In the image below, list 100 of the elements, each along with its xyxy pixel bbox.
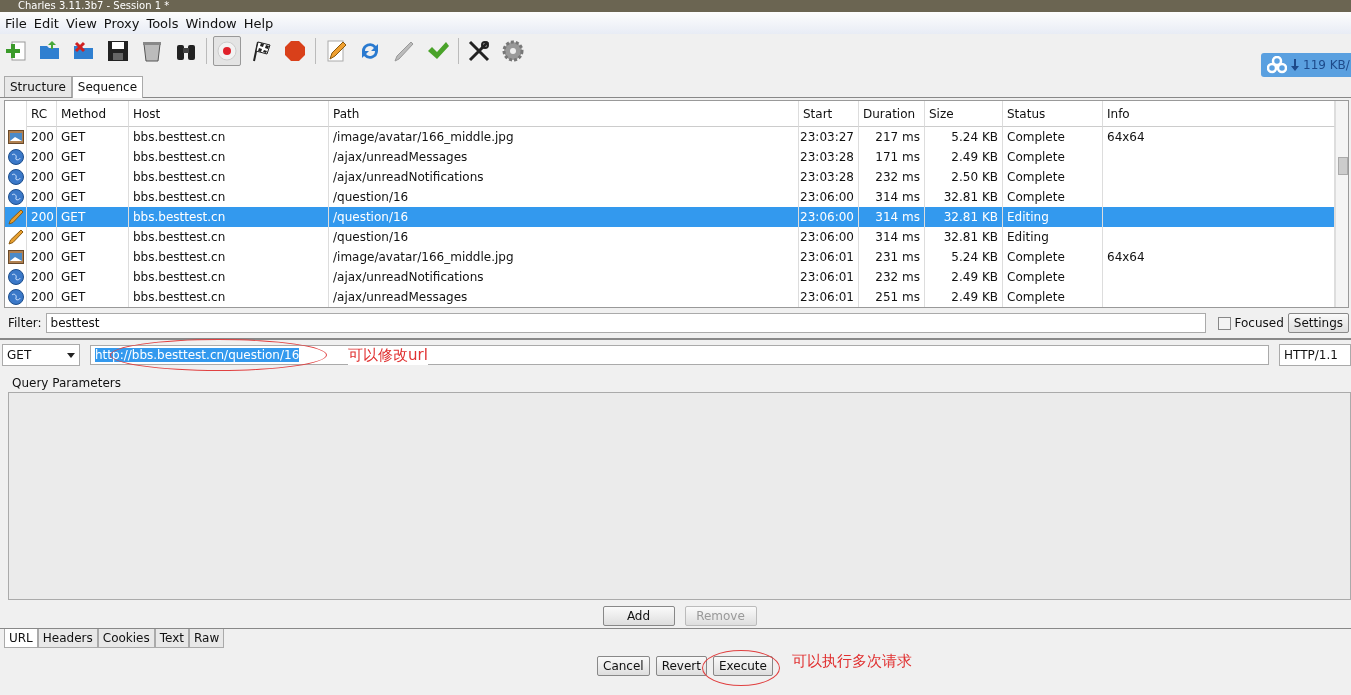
table-cell: 200 xyxy=(27,167,57,187)
table-cell: 232 ms xyxy=(859,167,925,187)
table-cell: 23:06:01 xyxy=(799,267,859,287)
down-arrow-icon xyxy=(1291,59,1299,71)
table-row[interactable]: 200 GET bbs.besttest.cn /ajax/unreadNotifications 23:03:28 232 ms 2.50 KB Complete xyxy=(5,167,1335,187)
menu-item[interactable]: Help xyxy=(240,15,278,31)
editor-tab[interactable]: Cookies xyxy=(97,629,155,648)
pen-icon xyxy=(392,39,416,63)
protocol-dropdown[interactable]: HTTP/1.1 xyxy=(1279,344,1351,366)
table-cell: 23:03:28 xyxy=(799,167,859,187)
column-header[interactable]: Size xyxy=(925,101,1003,127)
table-cell: 200 xyxy=(27,147,57,167)
table-row[interactable]: 200 GET bbs.besttest.cn /question/16 23:06:00 314 ms 32.81 KB Editing xyxy=(5,227,1335,247)
table-cell: /image/avatar/166_middle.jpg xyxy=(329,247,799,267)
editor-tab[interactable]: Raw xyxy=(189,629,225,648)
table-cell: bbs.besttest.cn xyxy=(129,287,329,307)
menu-item[interactable]: Window xyxy=(182,15,241,31)
table-cell: 232 ms xyxy=(859,267,925,287)
table-cell: bbs.besttest.cn xyxy=(129,167,329,187)
table-cell: 2.50 KB xyxy=(925,167,1003,187)
table-cell: Complete xyxy=(1003,247,1103,267)
action-button[interactable]: Revert xyxy=(655,656,707,676)
table-row[interactable]: 200 GET bbs.besttest.cn /ajax/unreadNotifications 23:06:01 232 ms 2.49 KB Complete xyxy=(5,267,1335,287)
table-cell: /ajax/unreadNotifications xyxy=(329,267,799,287)
view-tab[interactable]: Sequence xyxy=(71,76,144,98)
table-cell: bbs.besttest.cn xyxy=(129,227,329,247)
tools-icon xyxy=(467,39,491,63)
table-cell: bbs.besttest.cn xyxy=(129,127,329,147)
menu-item[interactable]: Edit xyxy=(30,15,63,31)
view-tab[interactable]: Structure xyxy=(4,76,72,97)
column-header[interactable]: Status xyxy=(1003,101,1103,127)
table-cell: /ajax/unreadMessages xyxy=(329,287,799,307)
table-cell: Editing xyxy=(1003,207,1103,227)
table-cell: 32.81 KB xyxy=(925,227,1003,247)
table-cell: 23:06:00 xyxy=(799,207,859,227)
table-cell: /ajax/unreadMessages xyxy=(329,147,799,167)
table-cell: GET xyxy=(57,207,129,227)
filter-field[interactable]: besttest xyxy=(45,313,1206,333)
table-cell: 23:03:27 xyxy=(799,127,859,147)
add-document-icon xyxy=(4,39,28,63)
table-cell: Complete xyxy=(1003,287,1103,307)
settings-button[interactable]: Settings xyxy=(1287,313,1349,333)
table-cell: GET xyxy=(57,267,129,287)
table-cell: 2.49 KB xyxy=(925,287,1003,307)
table-cell: /question/16 xyxy=(329,227,799,247)
focused-label: Focused xyxy=(1234,316,1284,330)
globe-icon xyxy=(7,149,24,165)
table-cell: 23:06:00 xyxy=(799,227,859,247)
pencil-icon xyxy=(7,229,24,245)
table-cell: 200 xyxy=(27,247,57,267)
add-button[interactable]: Add xyxy=(602,606,675,626)
table-cell: Editing xyxy=(1003,227,1103,247)
table-row[interactable]: 200 GET bbs.besttest.cn /ajax/unreadMessages 23:06:01 251 ms 2.49 KB Complete xyxy=(5,287,1335,307)
table-cell: 23:06:01 xyxy=(799,247,859,267)
menu-item[interactable]: Proxy xyxy=(100,15,144,31)
editor-tab[interactable]: URL xyxy=(4,629,38,648)
action-button[interactable]: Cancel xyxy=(597,656,650,676)
table-row[interactable]: 200 GET bbs.besttest.cn /ajax/unreadMessages 23:03:28 171 ms 2.49 KB Complete xyxy=(5,147,1335,167)
query-parameters-label: Query Parameters xyxy=(11,375,122,392)
table-cell: 23:06:01 xyxy=(799,287,859,307)
table-cell: 200 xyxy=(27,207,57,227)
table-cell: /image/avatar/166_middle.jpg xyxy=(329,127,799,147)
editor-tab[interactable]: Headers xyxy=(37,629,98,648)
column-header[interactable]: Host xyxy=(129,101,329,127)
table-cell: 231 ms xyxy=(859,247,925,267)
column-header[interactable]: Duration xyxy=(859,101,925,127)
table-row[interactable]: 200 GET bbs.besttest.cn /image/avatar/166_middle.jpg 23:06:01 231 ms 5.24 KB Complete 64x64 xyxy=(5,247,1335,267)
action-button[interactable]: Execute xyxy=(712,656,773,676)
table-cell: 5.24 KB xyxy=(925,127,1003,147)
cloud-icon xyxy=(1267,56,1287,74)
table-cell: 32.81 KB xyxy=(925,207,1003,227)
method-dropdown[interactable]: GET xyxy=(2,344,80,366)
column-header[interactable]: Path xyxy=(329,101,799,127)
table-cell: bbs.besttest.cn xyxy=(129,247,329,267)
column-header[interactable]: Info xyxy=(1103,101,1335,127)
table-cell: bbs.besttest.cn xyxy=(129,207,329,227)
table-cell: 314 ms xyxy=(859,207,925,227)
table-cell: GET xyxy=(57,167,129,187)
menu-item[interactable]: View xyxy=(62,15,101,31)
table-cell: 2.49 KB xyxy=(925,267,1003,287)
pencil-document-icon xyxy=(324,39,348,63)
table-cell: GET xyxy=(57,127,129,147)
table-cell: Complete xyxy=(1003,147,1103,167)
editor-tab[interactable]: Text xyxy=(154,629,190,648)
pencil-icon xyxy=(7,209,24,225)
table-cell: GET xyxy=(57,147,129,167)
globe-icon xyxy=(7,189,24,205)
focused-checkbox[interactable] xyxy=(1217,316,1231,330)
table-cell: bbs.besttest.cn xyxy=(129,147,329,167)
table-cell: 5.24 KB xyxy=(925,247,1003,267)
menu-item[interactable]: Tools xyxy=(143,15,183,31)
column-header[interactable]: RC xyxy=(27,101,57,127)
column-header[interactable]: Start xyxy=(799,101,859,127)
table-row[interactable]: 200 GET bbs.besttest.cn /image/avatar/166_middle.jpg 23:03:27 217 ms 5.24 KB Complete 64x64 xyxy=(5,127,1335,147)
column-header[interactable]: Method xyxy=(57,101,129,127)
menu-item[interactable]: File xyxy=(2,15,31,31)
table-cell: 23:03:28 xyxy=(799,147,859,167)
scrollbar[interactable] xyxy=(1335,101,1348,307)
annotation-text: 可以执行多次请求 xyxy=(792,652,912,671)
table-cell: GET xyxy=(57,287,129,307)
